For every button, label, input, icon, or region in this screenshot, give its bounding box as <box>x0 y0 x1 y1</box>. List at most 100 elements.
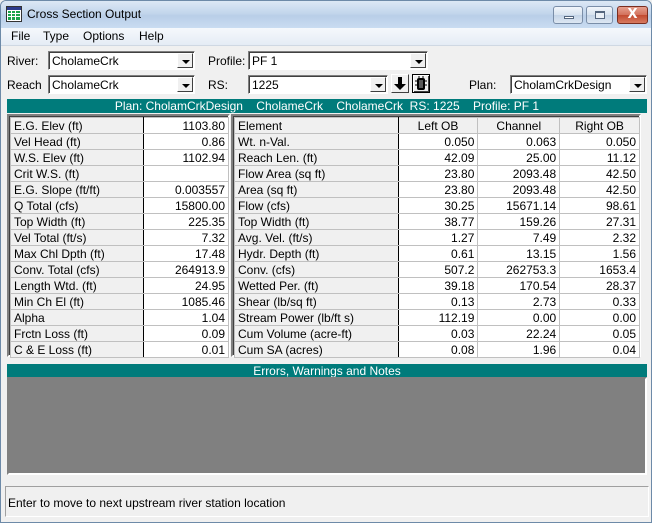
channel-value[interactable]: 15671.14 <box>477 197 561 214</box>
chevron-down-icon[interactable] <box>629 77 645 92</box>
left-ob-value[interactable]: 23.80 <box>397 165 479 182</box>
status-bar: Enter to move to next upstream river sta… <box>5 486 649 517</box>
summary-label: Crit W.S. (ft) <box>9 165 145 182</box>
left-ob-value[interactable]: 42.09 <box>397 149 479 166</box>
left-ob-value[interactable]: 0.13 <box>397 293 479 310</box>
summary-value[interactable]: 264913.9 <box>143 261 229 278</box>
close-button[interactable]: X <box>617 6 648 24</box>
left-ob-value[interactable]: 30.25 <box>397 197 479 214</box>
maximize-button[interactable] <box>586 6 613 24</box>
cross-section-output-window: Cross Section Output X File Type Options… <box>0 0 652 523</box>
summary-table: E.G. Elev (ft) 1103.80 Vel Head (ft) 0.86 W.… <box>7 114 230 358</box>
menu-file[interactable]: File <box>9 29 32 43</box>
element-label: Reach Len. (ft) <box>234 149 399 166</box>
right-ob-value[interactable]: 42.50 <box>559 181 640 198</box>
right-ob-value[interactable]: 0.05 <box>559 325 640 342</box>
rs-value: 1225 <box>252 78 279 92</box>
minimize-icon <box>564 16 574 19</box>
channel-value[interactable]: 22.24 <box>477 325 561 342</box>
right-ob-value[interactable]: 2.32 <box>559 229 640 246</box>
left-ob-value[interactable]: 0.03 <box>397 325 479 342</box>
menu-options[interactable]: Options <box>81 29 126 43</box>
element-label: Stream Power (lb/ft s) <box>234 309 399 326</box>
right-ob-value[interactable]: 27.31 <box>559 213 640 230</box>
summary-value[interactable]: 17.48 <box>143 245 229 262</box>
channel-value[interactable]: 159.26 <box>477 213 561 230</box>
header-left-ob: Left OB <box>397 117 479 134</box>
right-ob-value[interactable]: 11.12 <box>559 149 640 166</box>
summary-value[interactable]: 0.09 <box>143 325 229 342</box>
left-ob-value[interactable]: 507.2 <box>397 261 479 278</box>
summary-row: Vel Head (ft) 0.86 <box>9 133 229 150</box>
summary-value[interactable]: 0.01 <box>143 341 229 358</box>
channel-value[interactable]: 170.54 <box>477 277 561 294</box>
rs-label: RS: <box>208 78 229 92</box>
chevron-down-icon[interactable] <box>177 53 193 68</box>
summary-value[interactable]: 1085.46 <box>143 293 229 310</box>
river-label: River: <box>7 54 39 68</box>
channel-value[interactable]: 2093.48 <box>477 181 561 198</box>
left-ob-value[interactable]: 0.08 <box>397 341 479 358</box>
channel-value[interactable]: 2.73 <box>477 293 561 310</box>
river-select[interactable]: CholameCrk <box>48 51 195 70</box>
plan-select[interactable]: CholamCrkDesign <box>510 75 647 94</box>
rs-select[interactable]: 1225 <box>248 75 388 94</box>
menu-type[interactable]: Type <box>41 29 71 43</box>
element-label: Area (sq ft) <box>234 181 399 198</box>
summary-value[interactable]: 15800.00 <box>143 197 229 214</box>
element-row: Shear (lb/sq ft) 0.13 2.73 0.33 <box>234 293 640 310</box>
channel-value[interactable]: 2093.48 <box>477 165 561 182</box>
minimize-button[interactable] <box>553 6 583 24</box>
channel-value[interactable]: 262753.3 <box>477 261 561 278</box>
summary-value[interactable]: 7.32 <box>143 229 229 246</box>
summary-value[interactable]: 0.003557 <box>143 181 229 198</box>
right-ob-value[interactable]: 0.050 <box>559 133 640 150</box>
summary-value[interactable]: 1102.94 <box>143 149 229 166</box>
summary-value[interactable]: 0.86 <box>143 133 229 150</box>
summary-value[interactable] <box>143 165 229 182</box>
reach-label: Reach <box>7 78 42 92</box>
summary-label: Frctn Loss (ft) <box>9 325 145 342</box>
channel-value[interactable]: 1.96 <box>477 341 561 358</box>
title-bar[interactable]: Cross Section Output X <box>1 1 651 28</box>
channel-value[interactable]: 0.00 <box>477 309 561 326</box>
right-ob-value[interactable]: 0.33 <box>559 293 640 310</box>
menu-help[interactable]: Help <box>137 29 166 43</box>
chevron-down-icon[interactable] <box>177 77 193 92</box>
summary-value[interactable]: 24.95 <box>143 277 229 294</box>
summary-value[interactable]: 1.04 <box>143 309 229 326</box>
profile-select[interactable]: PF 1 <box>248 51 428 70</box>
summary-label: Min Ch El (ft) <box>9 293 145 310</box>
summary-label: E.G. Elev (ft) <box>9 117 145 134</box>
channel-value[interactable]: 7.49 <box>477 229 561 246</box>
left-ob-value[interactable]: 1.27 <box>397 229 479 246</box>
header-right-ob: Right OB <box>559 117 640 134</box>
reach-select[interactable]: CholameCrk <box>48 75 195 94</box>
chevron-down-icon[interactable] <box>370 77 386 92</box>
channel-value[interactable]: 0.063 <box>477 133 561 150</box>
channel-value[interactable]: 25.00 <box>477 149 561 166</box>
channel-value[interactable]: 13.15 <box>477 245 561 262</box>
right-ob-value[interactable]: 1.56 <box>559 245 640 262</box>
errors-warnings-notes-area[interactable] <box>7 377 647 475</box>
summary-value[interactable]: 225.35 <box>143 213 229 230</box>
right-ob-value[interactable]: 0.04 <box>559 341 640 358</box>
right-ob-value[interactable]: 0.00 <box>559 309 640 326</box>
left-ob-value[interactable]: 0.050 <box>397 133 479 150</box>
left-ob-value[interactable]: 38.77 <box>397 213 479 230</box>
element-row: Wetted Per. (ft) 39.18 170.54 28.37 <box>234 277 640 294</box>
summary-label: Alpha <box>9 309 145 326</box>
right-ob-value[interactable]: 42.50 <box>559 165 640 182</box>
next-upstream-button[interactable] <box>412 74 430 93</box>
summary-value[interactable]: 1103.80 <box>143 117 229 134</box>
chevron-down-icon[interactable] <box>410 53 426 68</box>
next-downstream-button[interactable] <box>391 74 409 93</box>
left-ob-value[interactable]: 112.19 <box>397 309 479 326</box>
left-ob-value[interactable]: 0.61 <box>397 245 479 262</box>
right-ob-value[interactable]: 98.61 <box>559 197 640 214</box>
left-ob-value[interactable]: 23.80 <box>397 181 479 198</box>
right-ob-value[interactable]: 1653.4 <box>559 261 640 278</box>
right-ob-value[interactable]: 28.37 <box>559 277 640 294</box>
plan-value: CholamCrkDesign <box>514 78 612 92</box>
left-ob-value[interactable]: 39.18 <box>397 277 479 294</box>
